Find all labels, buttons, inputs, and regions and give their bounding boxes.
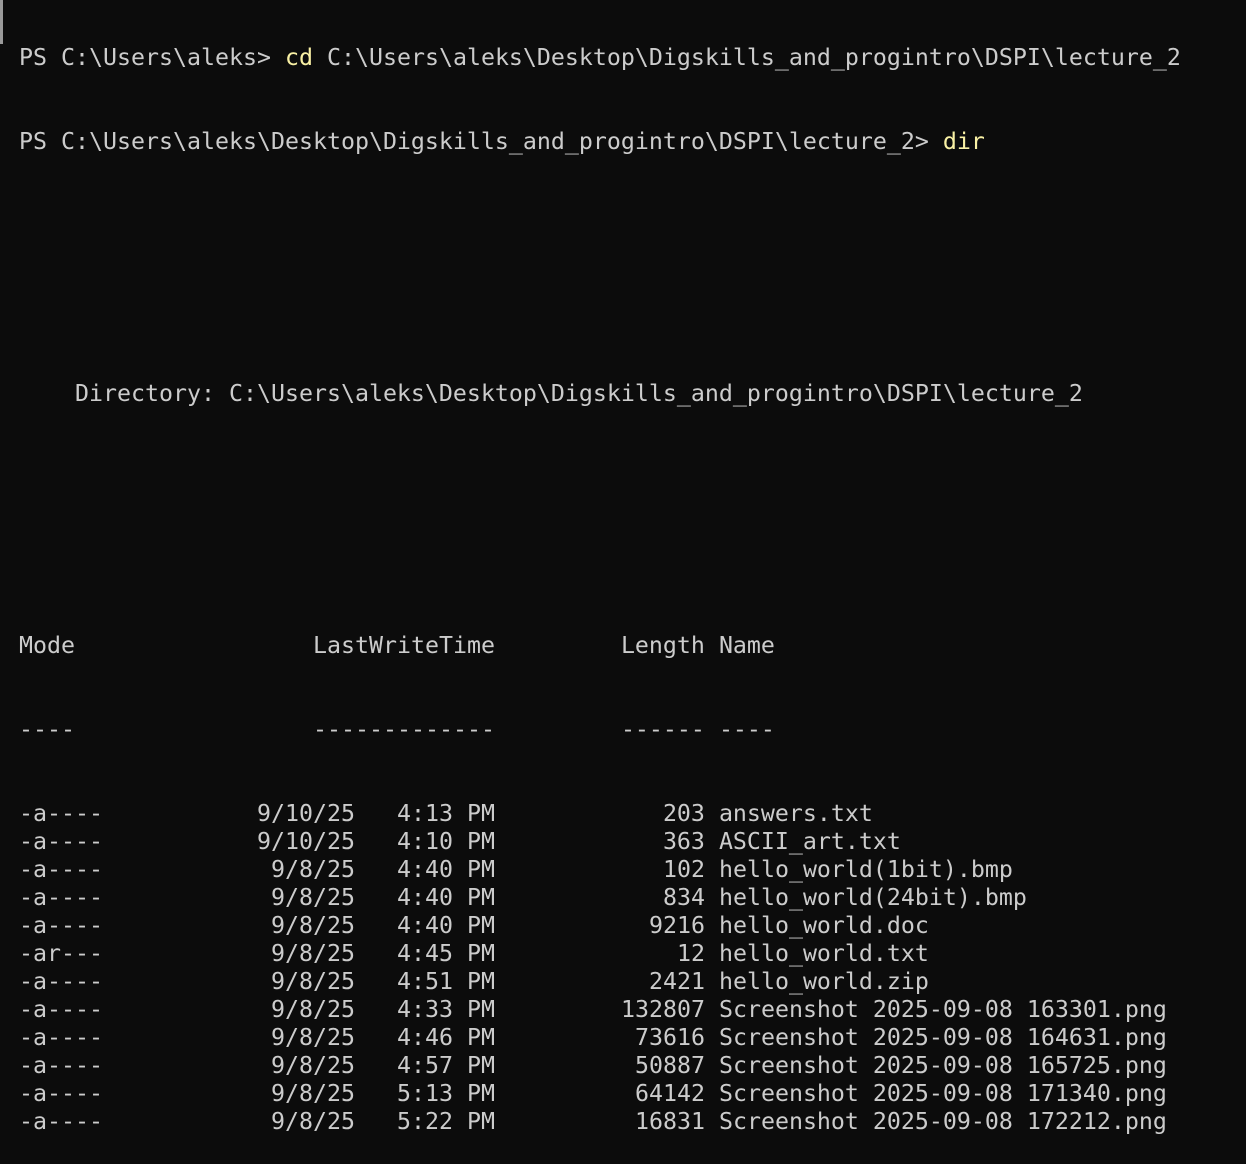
file-row: -ar--- 9/8/25 4:45 PM 12 hello_world.txt [19,940,1181,968]
file-mode: -a---- [19,828,103,855]
file-date: 9/8/25 [270,1052,355,1079]
file-row: -a---- 9/8/25 5:22 PM 16831 Screenshot 2… [19,1108,1181,1136]
previous-command-line: PS C:\Users\aleks> cd C:\Users\aleks\Des… [19,44,1181,72]
header-mode: Mode [19,632,75,659]
file-mode: -a---- [19,800,103,827]
file-date: 9/8/25 [270,1080,355,1107]
file-time: 4:45 PM [396,940,495,967]
file-time: 4:51 PM [396,968,495,995]
header-name: Name [718,632,775,659]
scrollbar-accent [0,0,3,44]
terminal-output[interactable]: PS C:\Users\aleks> cd C:\Users\aleks\Des… [19,0,1181,1164]
command-args: C:\Users\aleks\Desktop\Digskills_and_pro… [312,44,1181,71]
prompt: PS C:\Users\aleks> [19,44,285,71]
separator-length: ------ [620,716,705,743]
file-date: 9/8/25 [270,1024,355,1051]
file-row: -a---- 9/8/25 4:33 PM 132807 Screenshot … [19,996,1181,1024]
file-time: 4:40 PM [396,856,495,883]
file-name: hello_world(24bit).bmp [718,884,1027,911]
file-time: 4:57 PM [396,1052,495,1079]
file-mode: -a---- [19,1052,103,1079]
file-length: 102 [662,856,705,883]
file-date: 9/8/25 [270,1108,355,1135]
file-date: 9/10/25 [256,800,355,827]
column-headers: Mode LastWriteTime Length Name [19,632,1181,660]
column-separators: ---- ------------- ------ ---- [19,716,1181,744]
header-length: Length [620,632,705,659]
file-row: -a---- 9/8/25 5:13 PM 64142 Screenshot 2… [19,1080,1181,1108]
file-row: -a---- 9/8/25 4:40 PM 9216 hello_world.d… [19,912,1181,940]
file-mode: -a---- [19,996,103,1023]
file-name: ASCII_art.txt [718,828,901,855]
file-length: 64142 [634,1080,705,1107]
file-name: Screenshot 2025-09-08 165725.png [718,1052,1167,1079]
file-row: -a---- 9/10/25 4:13 PM 203 answers.txt [19,800,1181,828]
file-time: 5:22 PM [396,1108,495,1135]
file-mode: -a---- [19,968,103,995]
file-mode: -a---- [19,912,103,939]
file-name: Screenshot 2025-09-08 171340.png [718,1080,1167,1107]
file-time: 4:46 PM [396,1024,495,1051]
file-mode: -a---- [19,1108,103,1135]
file-row: -a---- 9/8/25 4:51 PM 2421 hello_world.z… [19,968,1181,996]
separator-name: ---- [718,716,775,743]
file-name: hello_world.txt [718,940,929,967]
file-name: Screenshot 2025-09-08 163301.png [718,996,1167,1023]
file-length: 73616 [634,1024,705,1051]
file-date: 9/8/25 [270,968,355,995]
separator-mode: ---- [19,716,75,743]
file-length: 132807 [620,996,705,1023]
file-length: 16831 [634,1108,705,1135]
file-name: Screenshot 2025-09-08 164631.png [718,1024,1167,1051]
file-time: 4:13 PM [396,800,495,827]
file-name: answers.txt [718,800,873,827]
file-name: Screenshot 2025-09-08 172212.png [718,1108,1167,1135]
file-date: 9/8/25 [270,856,355,883]
separator-time: ------------- [312,716,495,743]
file-time: 4:33 PM [396,996,495,1023]
file-length: 834 [662,884,705,911]
file-length: 2421 [648,968,705,995]
file-name: hello_world.zip [718,968,929,995]
file-date: 9/8/25 [270,940,355,967]
file-mode: -a---- [19,884,103,911]
header-lastwritetime: LastWriteTime [312,632,495,659]
file-name: hello_world.doc [718,912,929,939]
file-mode: -ar--- [19,940,103,967]
file-date: 9/10/25 [256,828,355,855]
command-line: PS C:\Users\aleks\Desktop\Digskills_and_… [19,128,1181,156]
file-mode: -a---- [19,856,103,883]
file-time: 5:13 PM [396,1080,495,1107]
file-length: 9216 [648,912,705,939]
command: cd [284,44,313,71]
command: dir [942,128,985,155]
file-row: -a---- 9/8/25 4:40 PM 834 hello_world(24… [19,884,1181,912]
file-row: -a---- 9/8/25 4:46 PM 73616 Screenshot 2… [19,1024,1181,1052]
file-length: 50887 [634,1052,705,1079]
file-length: 363 [662,828,705,855]
file-time: 4:40 PM [396,884,495,911]
file-row: -a---- 9/8/25 4:57 PM 50887 Screenshot 2… [19,1052,1181,1080]
file-time: 4:10 PM [396,828,495,855]
file-mode: -a---- [19,1024,103,1051]
file-date: 9/8/25 [270,996,355,1023]
file-row: -a---- 9/8/25 4:40 PM 102 hello_world(1b… [19,856,1181,884]
prompt: PS C:\Users\aleks\Desktop\Digskills_and_… [19,128,943,155]
file-time: 4:40 PM [396,912,495,939]
file-date: 9/8/25 [270,884,355,911]
directory-label: Directory: C:\Users\aleks\Desktop\Digski… [19,380,1083,407]
file-name: hello_world(1bit).bmp [718,856,1013,883]
file-length: 12 [676,940,705,967]
file-date: 9/8/25 [270,912,355,939]
file-length: 203 [662,800,705,827]
file-row: -a---- 9/10/25 4:10 PM 363 ASCII_art.txt [19,828,1181,856]
file-mode: -a---- [19,1080,103,1107]
